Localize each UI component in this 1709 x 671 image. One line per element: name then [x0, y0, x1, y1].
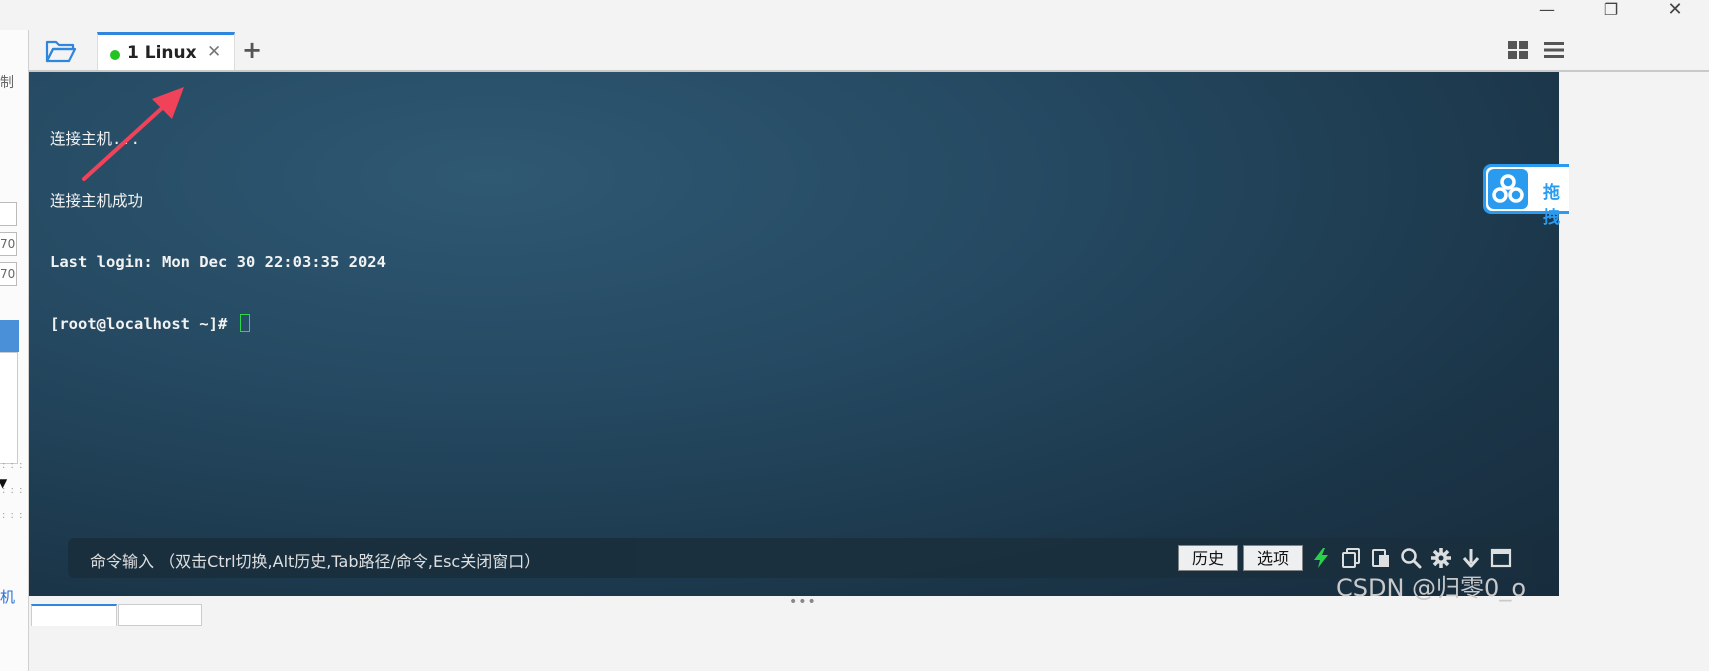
restore-button[interactable]: ❐ [1588, 0, 1634, 24]
tab-linux[interactable]: 1 Linux ✕ [97, 32, 235, 70]
minimize-button[interactable]: — [1524, 0, 1570, 24]
drag-float-widget[interactable]: 拖拽 [1483, 164, 1569, 228]
gear-icon[interactable] [1430, 547, 1452, 569]
close-window-button[interactable]: ✕ [1652, 0, 1698, 24]
close-tab-icon[interactable]: ✕ [207, 42, 221, 62]
add-tab-icon[interactable]: + [242, 36, 262, 64]
menu-icon[interactable] [1543, 40, 1565, 60]
command-input-bar[interactable]: 命令输入 （双击Ctrl切换,Alt历史,Tab路径/命令,Esc关闭窗口） 历… [68, 538, 1532, 578]
window-icon[interactable] [1490, 547, 1512, 569]
connection-status-icon [110, 50, 120, 60]
sidebar-bottom-link[interactable]: 机 [0, 586, 15, 607]
float-widget-inner: 拖拽 [1486, 167, 1569, 228]
terminal-line: 连接主机成功 [50, 191, 144, 210]
sidebar-dots-3: : : : [2, 510, 24, 521]
copy-icon[interactable] [1340, 547, 1362, 569]
sidebar-field-1[interactable] [0, 202, 17, 226]
annotation-arrow-icon [82, 87, 184, 181]
sidebar-list-panel [0, 352, 18, 464]
history-button[interactable]: 历史 [1178, 545, 1238, 571]
bottom-tab-2[interactable] [118, 604, 202, 626]
terminal-line: Last login: Mon Dec 30 22:03:35 2024 [50, 253, 386, 271]
open-folder-icon[interactable] [45, 38, 77, 64]
search-icon[interactable] [1400, 547, 1422, 569]
paste-icon[interactable] [1370, 547, 1392, 569]
bottom-tab-1[interactable] [31, 604, 117, 626]
right-scroll-strip[interactable] [1559, 72, 1569, 596]
cloud-icon [1488, 169, 1528, 209]
command-input-hint[interactable]: 命令输入 （双击Ctrl切换,Alt历史,Tab路径/命令,Esc关闭窗口） [90, 548, 540, 572]
terminal-view[interactable]: 连接主机... 连接主机成功 Last login: Mon Dec 30 22… [29, 72, 1559, 596]
download-arrow-icon[interactable] [1460, 547, 1482, 569]
resize-grip-icon[interactable]: ••• [789, 594, 817, 610]
title-bar: — ❐ ✕ [0, 0, 1709, 30]
sidebar-dots-1: : : : [2, 460, 24, 471]
bottom-bar: ••• [29, 594, 1709, 671]
sidebar-selected-item[interactable] [0, 320, 19, 352]
tab-bar: 1 Linux ✕ + [29, 30, 1709, 72]
left-sidebar: 制 70 70 ▼ : : : : : : : : : 机 [0, 30, 29, 671]
sidebar-fragment-text: 制 [0, 75, 14, 91]
float-widget-label: 拖拽 [1543, 183, 1560, 228]
sidebar-field-2[interactable]: 70 [0, 232, 17, 256]
sidebar-dots-2: : : : [2, 485, 24, 496]
terminal-prompt: [root@localhost ~]# [50, 314, 237, 333]
grid-layout-icon[interactable] [1507, 40, 1529, 60]
lightning-icon[interactable] [1310, 547, 1332, 569]
watermark: CSDN @归零0_o [1336, 574, 1527, 602]
sidebar-field-3[interactable]: 70 [0, 262, 17, 286]
tab-label: 1 Linux [127, 43, 197, 63]
terminal-prompt-line: [root@localhost ~]# [50, 313, 386, 335]
options-button[interactable]: 选项 [1243, 545, 1303, 571]
terminal-cursor [239, 313, 250, 332]
